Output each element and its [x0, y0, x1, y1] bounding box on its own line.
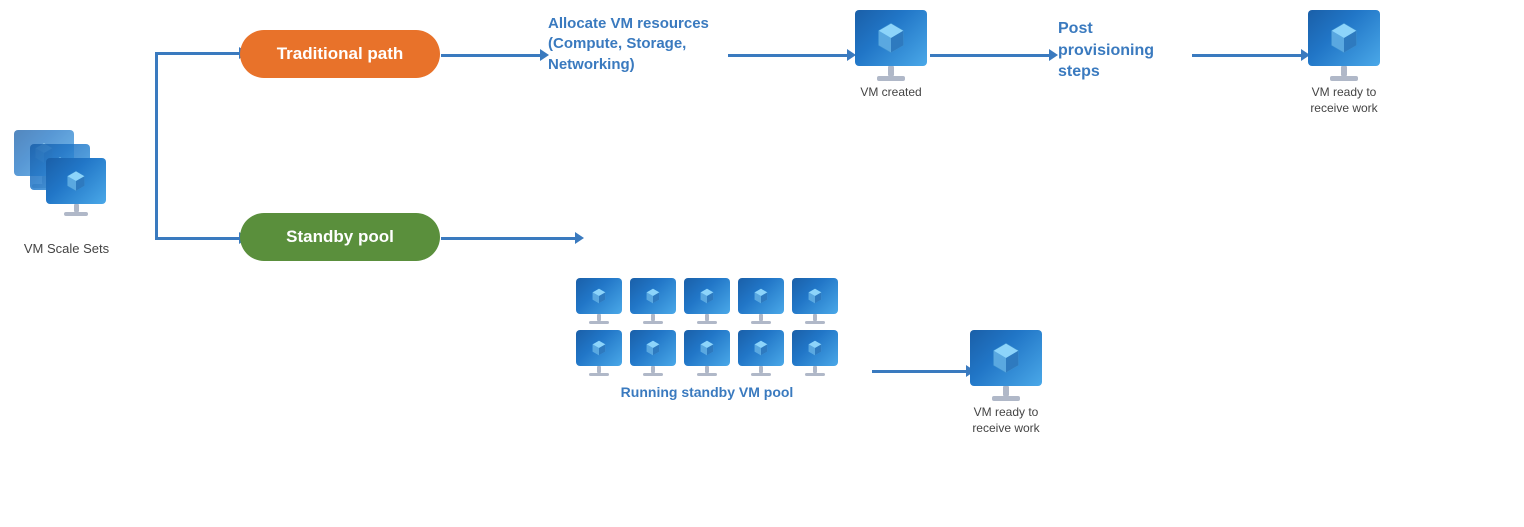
arrow-traditional-to-allocate	[441, 54, 541, 57]
allocate-resources-label: Allocate VM resources(Compute, Storage,N…	[548, 14, 728, 75]
arrow-allocate-to-vm-created	[728, 54, 848, 57]
vm-ready-top-icon: VM ready toreceive work	[1308, 10, 1380, 116]
running-standby-label: Running standby VM pool	[576, 384, 838, 400]
standby-vm-2	[630, 278, 676, 324]
standby-vm-5	[792, 278, 838, 324]
standby-pool-pill[interactable]: Standby pool	[240, 213, 440, 261]
arrow-post-to-vm-ready-top	[1192, 54, 1302, 57]
diagram-container: VM Scale Sets Traditional path Allocate …	[0, 0, 1524, 527]
arrow-to-standby	[155, 237, 240, 240]
standby-vm-4	[738, 278, 784, 324]
standby-pool-vms: Running standby VM pool	[576, 278, 838, 400]
vm-icon-front	[46, 158, 106, 216]
vm-scale-sets-label: VM Scale Sets	[14, 241, 119, 256]
standby-vm-9	[738, 330, 784, 376]
standby-vm-10	[792, 330, 838, 376]
vm-created-icon: VM created	[855, 10, 927, 101]
post-provisioning-label: Postprovisioningsteps	[1058, 18, 1188, 83]
arrow-standby-to-pool	[441, 237, 576, 240]
standby-vm-1	[576, 278, 622, 324]
vm-scale-sets-group: VM Scale Sets	[14, 130, 119, 256]
standby-vm-8	[684, 330, 730, 376]
standby-vm-7	[630, 330, 676, 376]
arrow-vm-created-to-post	[930, 54, 1050, 57]
arrow-to-traditional	[155, 52, 240, 55]
vm-ready-bottom-icon: VM ready toreceive work	[970, 330, 1042, 436]
traditional-path-pill[interactable]: Traditional path	[240, 30, 440, 78]
standby-vm-6	[576, 330, 622, 376]
arrow-pool-to-vm-ready-bottom	[872, 370, 967, 373]
standby-vm-3	[684, 278, 730, 324]
arrow-vertical-split	[155, 52, 158, 237]
